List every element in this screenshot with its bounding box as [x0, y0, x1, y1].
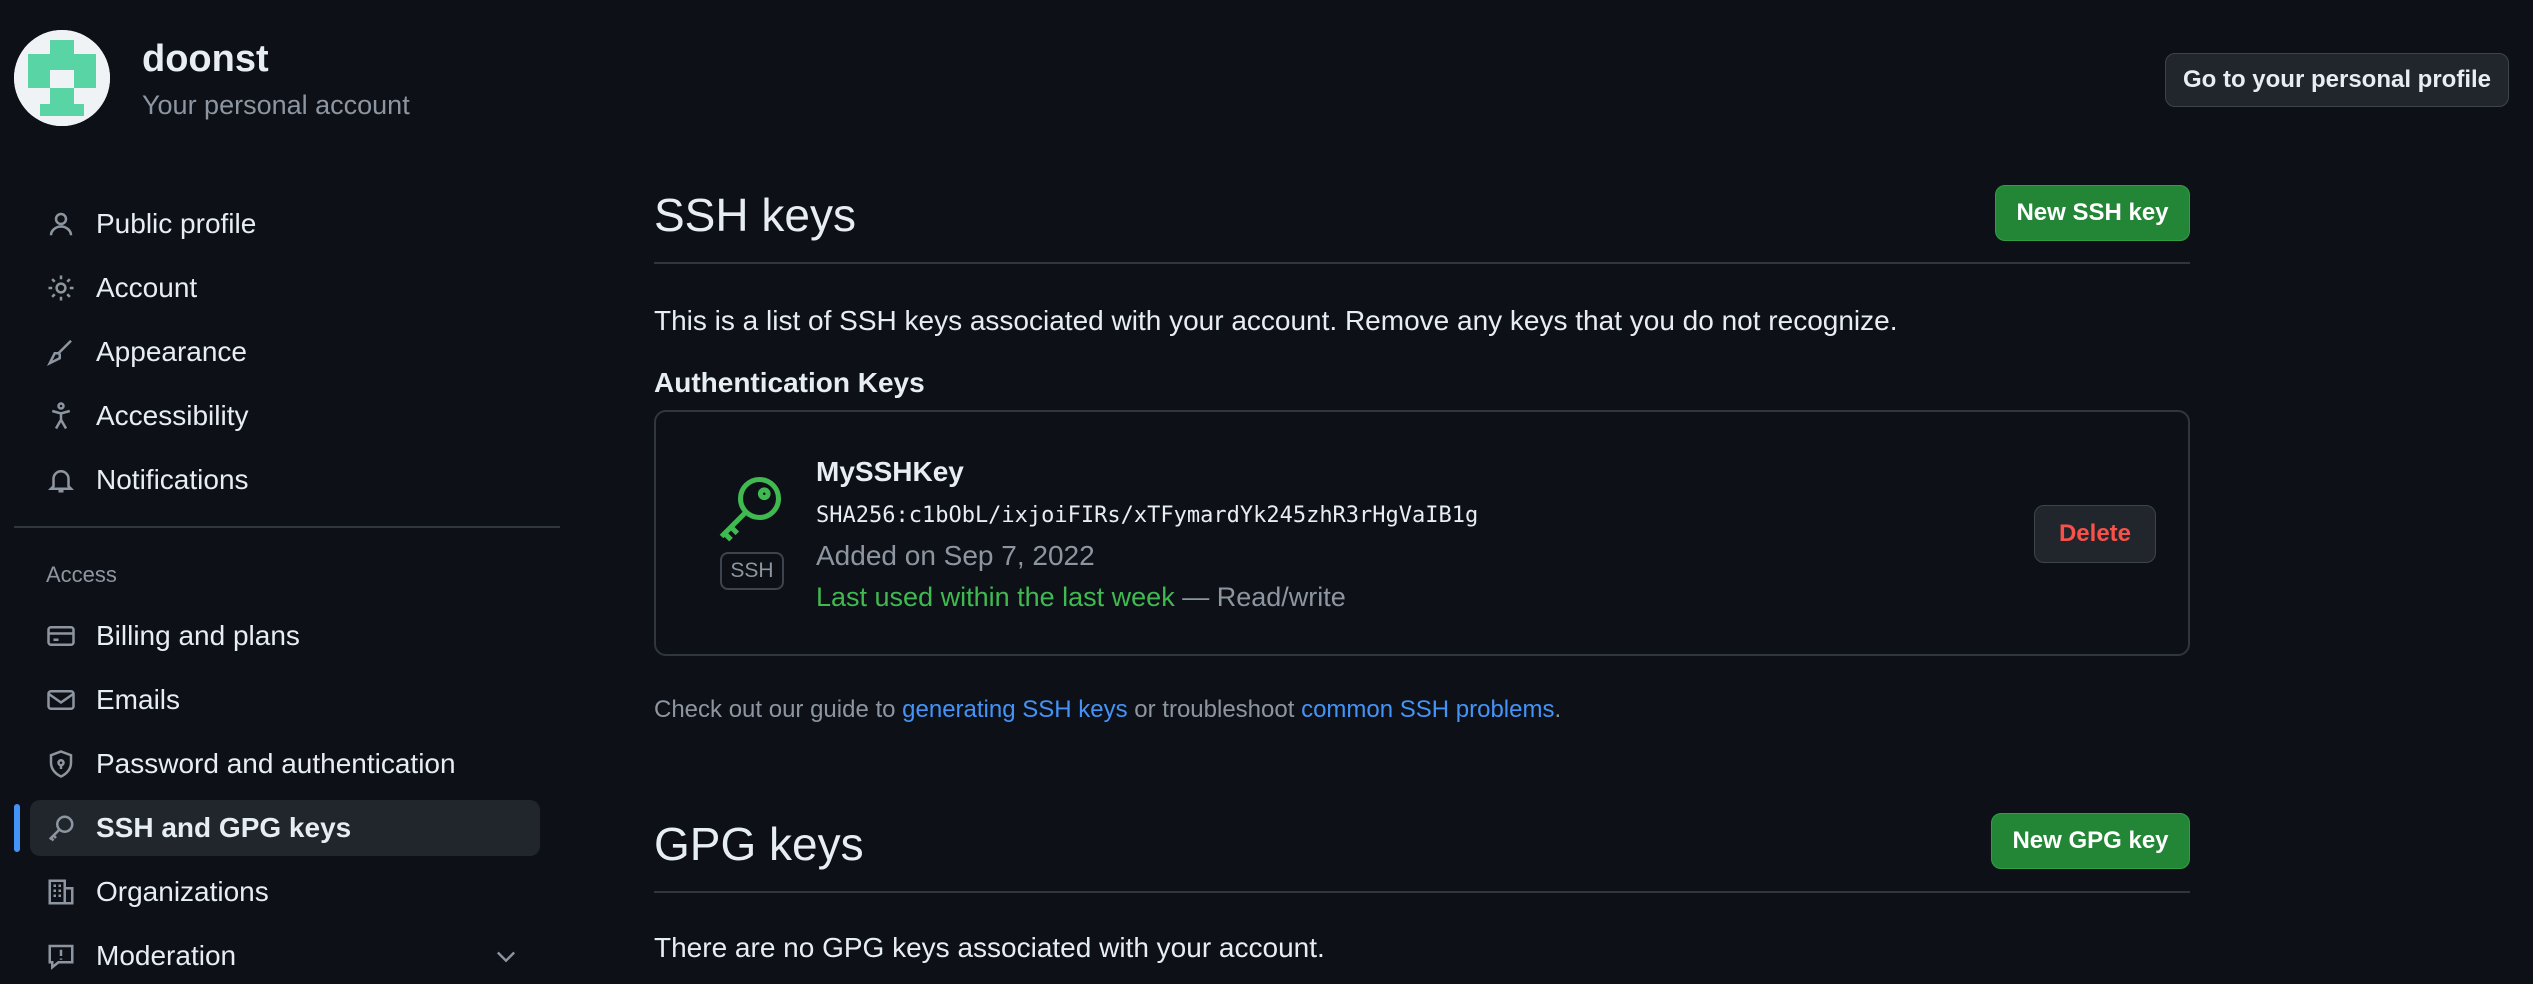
new-gpg-key-button[interactable]: New GPG key — [1991, 813, 2190, 869]
username: doonst — [142, 38, 269, 80]
account-subtitle: Your personal account — [142, 90, 410, 120]
accessibility-icon — [44, 399, 78, 433]
guide-middle: or troubleshoot — [1127, 696, 1302, 723]
credit-card-icon — [44, 619, 78, 653]
avatar[interactable] — [14, 30, 110, 126]
sidebar-item-ssh-gpg-keys[interactable]: SSH and GPG keys — [30, 800, 540, 856]
sidebar-item-notifications[interactable]: Notifications — [30, 452, 540, 508]
sidebar-item-label: Billing and plans — [96, 620, 300, 651]
guide-prefix: Check out our guide to — [654, 696, 903, 723]
sidebar-item-organizations[interactable]: Organizations — [30, 864, 540, 920]
paintbrush-icon — [44, 335, 78, 369]
new-ssh-key-button[interactable]: New SSH key — [1995, 185, 2190, 241]
key-added-date: Added on Sep 7, 2022 — [816, 540, 1095, 571]
sidebar-item-label: Notifications — [96, 464, 249, 495]
sidebar-item-public-profile[interactable]: Public profile — [30, 196, 540, 252]
sidebar-item-password[interactable]: Password and authentication — [30, 736, 540, 792]
sidebar-item-moderation[interactable]: Moderation — [30, 928, 540, 984]
sidebar-item-label: Account — [96, 272, 198, 303]
ssh-description: This is a list of SSH keys associated wi… — [654, 305, 1898, 336]
sidebar-item-label: Accessibility — [96, 400, 249, 431]
delete-key-button[interactable]: Delete — [2034, 505, 2156, 563]
organization-icon — [44, 875, 78, 909]
ssh-title-divider — [654, 262, 2190, 264]
sidebar-item-accessibility[interactable]: Accessibility — [30, 388, 540, 444]
ssh-keys-title: SSH keys — [654, 189, 856, 241]
ssh-guide-text: Check out our guide to generating SSH ke… — [654, 696, 1561, 724]
person-icon — [44, 207, 78, 241]
key-icon — [712, 470, 788, 551]
mail-icon — [44, 683, 78, 717]
sidebar-item-appearance[interactable]: Appearance — [30, 324, 540, 380]
sidebar-item-label: SSH and GPG keys — [96, 812, 352, 843]
key-usage: Last used within the last week — Read/wr… — [816, 582, 1346, 613]
gpg-title-divider — [654, 891, 2190, 893]
sidebar-item-billing[interactable]: Billing and plans — [30, 608, 540, 664]
section-label-access: Access — [46, 562, 117, 587]
gpg-empty-text: There are no GPG keys associated with yo… — [654, 932, 1325, 963]
sidebar-item-label: Password and authentication — [96, 748, 456, 779]
key-name: MySSHKey — [816, 456, 964, 487]
common-ssh-problems-link[interactable]: common SSH problems — [1301, 696, 1554, 723]
sidebar-item-label: Appearance — [96, 336, 248, 367]
bell-icon — [44, 463, 78, 497]
key-last-used: Last used within the last week — [816, 582, 1175, 612]
key-icon — [44, 811, 78, 845]
active-indicator — [14, 804, 20, 852]
sidebar-item-label: Public profile — [96, 208, 257, 239]
sidebar-item-label: Moderation — [96, 940, 237, 971]
generating-ssh-keys-link[interactable]: generating SSH keys — [902, 696, 1127, 723]
sidebar-item-label: Organizations — [96, 876, 269, 907]
sidebar-item-account[interactable]: Account — [30, 260, 540, 316]
shield-lock-icon — [44, 747, 78, 781]
guide-suffix: . — [1554, 696, 1562, 723]
chevron-down-icon[interactable] — [492, 942, 520, 977]
gear-icon — [44, 271, 78, 305]
auth-keys-heading: Authentication Keys — [654, 367, 925, 398]
key-access: — Read/write — [1182, 582, 1346, 612]
sidebar-item-label: Emails — [96, 684, 181, 715]
sidebar-item-emails[interactable]: Emails — [30, 672, 540, 728]
key-fingerprint: SHA256:c1bObL/ixjoiFIRs/xTFymardYk245zhR… — [816, 503, 1479, 528]
ssh-key-item — [654, 410, 2190, 656]
go-to-profile-button[interactable]: Go to your personal profile — [2165, 53, 2509, 107]
ssh-badge: SSH — [720, 552, 784, 590]
report-icon — [44, 939, 78, 973]
sidebar-divider — [14, 526, 560, 528]
gpg-keys-title: GPG keys — [654, 818, 864, 870]
